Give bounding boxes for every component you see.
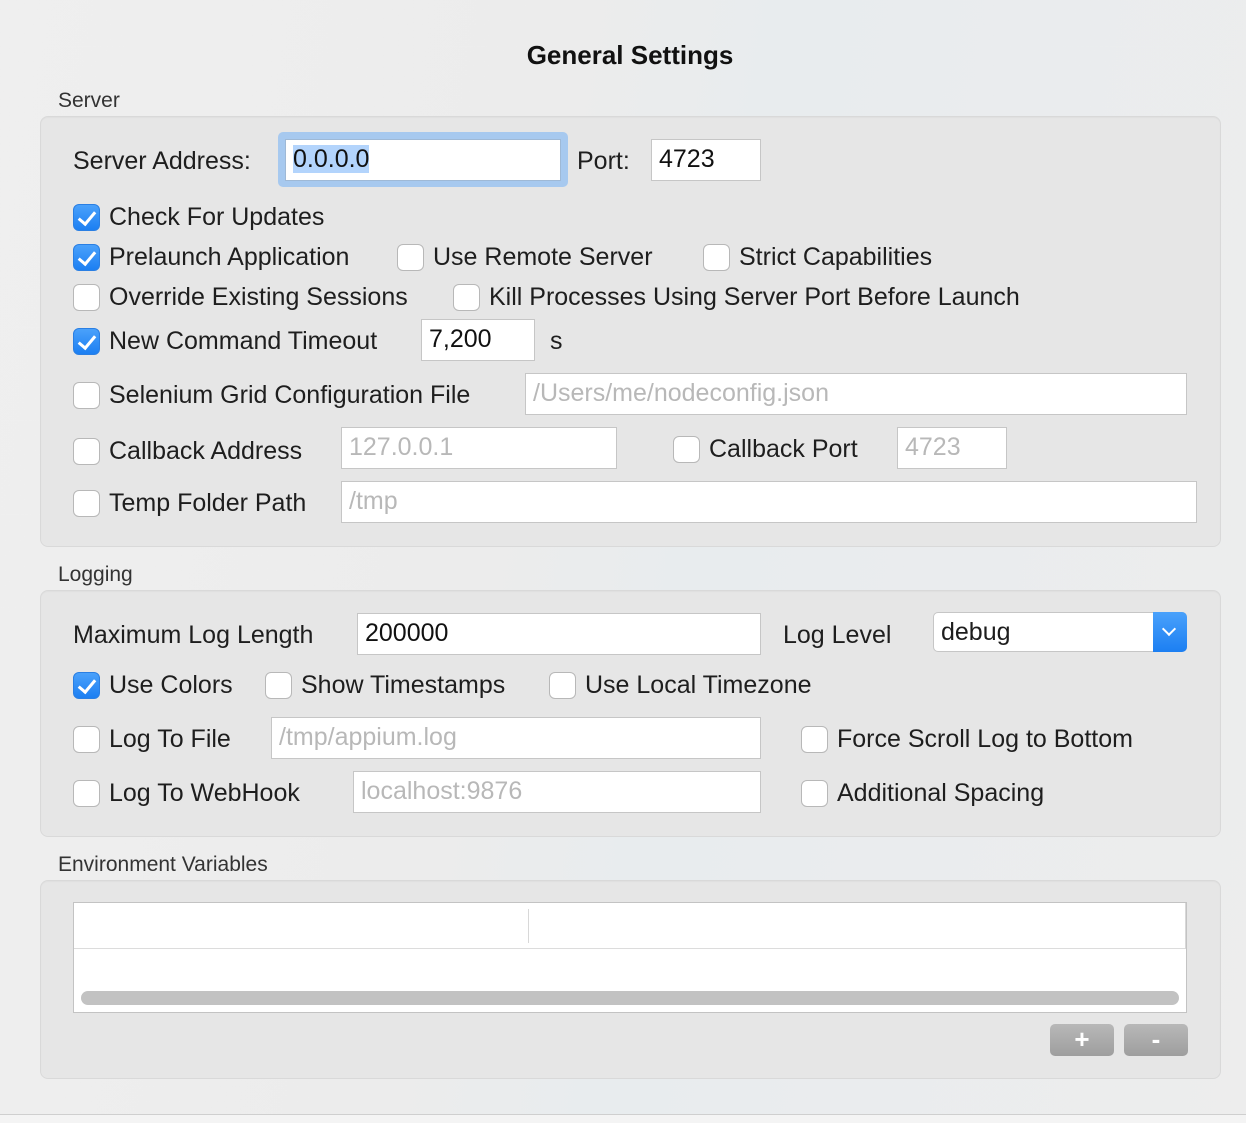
window-title: General Settings bbox=[526, 40, 734, 70]
prelaunch-label: Prelaunch Application bbox=[109, 243, 350, 271]
check-updates-checkbox[interactable] bbox=[73, 204, 100, 231]
server-section-label: Server bbox=[58, 89, 120, 112]
port-label: Port: bbox=[577, 147, 630, 175]
log-level-select[interactable]: debug bbox=[933, 612, 1187, 652]
server-address-input[interactable]: 0.0.0.0 bbox=[285, 139, 561, 181]
log-to-webhook-label: Log To WebHook bbox=[109, 779, 300, 807]
kill-processes-checkbox[interactable] bbox=[453, 284, 480, 311]
logging-section-label: Logging bbox=[58, 563, 133, 586]
temp-folder-input[interactable]: /tmp bbox=[341, 481, 1197, 523]
callback-port-label: Callback Port bbox=[709, 435, 858, 463]
env-variables-table[interactable] bbox=[73, 902, 1187, 1013]
new-cmd-timeout-label: New Command Timeout bbox=[109, 327, 378, 355]
callback-address-checkbox[interactable] bbox=[73, 438, 100, 465]
callback-address-input[interactable]: 127.0.0.1 bbox=[341, 427, 617, 469]
new-cmd-timeout-checkbox[interactable] bbox=[73, 328, 100, 355]
server-address-value: 0.0.0.0 bbox=[293, 145, 370, 173]
check-updates-label: Check For Updates bbox=[109, 203, 325, 231]
temp-folder-label: Temp Folder Path bbox=[109, 489, 307, 517]
log-to-file-input[interactable]: /tmp/appium.log bbox=[271, 717, 761, 759]
max-log-label: Maximum Log Length bbox=[73, 621, 314, 649]
additional-spacing-checkbox[interactable] bbox=[801, 780, 828, 807]
port-input[interactable]: 4723 bbox=[651, 139, 761, 181]
temp-folder-checkbox[interactable] bbox=[73, 490, 100, 517]
selenium-grid-checkbox[interactable] bbox=[73, 382, 100, 409]
max-log-input[interactable]: 200000 bbox=[357, 613, 761, 655]
selenium-grid-label: Selenium Grid Configuration File bbox=[109, 381, 471, 409]
override-sessions-label: Override Existing Sessions bbox=[109, 283, 408, 311]
chevron-down-icon[interactable] bbox=[1153, 612, 1187, 652]
strict-caps-label: Strict Capabilities bbox=[739, 243, 933, 271]
additional-spacing-label: Additional Spacing bbox=[837, 779, 1045, 807]
add-env-button[interactable]: + bbox=[1050, 1024, 1114, 1056]
log-to-webhook-input[interactable]: localhost:9876 bbox=[353, 771, 761, 813]
remote-server-label: Use Remote Server bbox=[433, 243, 653, 271]
column-divider bbox=[528, 909, 529, 943]
log-to-file-label: Log To File bbox=[109, 725, 231, 753]
table-header bbox=[74, 903, 1186, 949]
remote-server-checkbox[interactable] bbox=[397, 244, 424, 271]
force-scroll-checkbox[interactable] bbox=[801, 726, 828, 753]
column-divider-right bbox=[1185, 903, 1186, 949]
callback-port-checkbox[interactable] bbox=[673, 436, 700, 463]
callback-port-input[interactable]: 4723 bbox=[897, 427, 1007, 469]
env-section-label: Environment Variables bbox=[58, 853, 268, 876]
local-timezone-label: Use Local Timezone bbox=[585, 671, 812, 699]
server-address-label: Server Address: bbox=[73, 147, 251, 175]
log-level-label: Log Level bbox=[783, 621, 892, 649]
remove-env-button[interactable]: - bbox=[1124, 1024, 1188, 1056]
new-cmd-timeout-input[interactable]: 7,200 bbox=[421, 319, 535, 361]
prelaunch-checkbox[interactable] bbox=[73, 244, 100, 271]
local-timezone-checkbox[interactable] bbox=[549, 672, 576, 699]
log-to-webhook-checkbox[interactable] bbox=[73, 780, 100, 807]
selenium-grid-input[interactable]: /Users/me/nodeconfig.json bbox=[525, 373, 1187, 415]
use-colors-label: Use Colors bbox=[109, 671, 233, 699]
timeout-unit: s bbox=[550, 327, 563, 355]
kill-processes-label: Kill Processes Using Server Port Before … bbox=[489, 283, 1020, 311]
strict-caps-checkbox[interactable] bbox=[703, 244, 730, 271]
force-scroll-label: Force Scroll Log to Bottom bbox=[837, 725, 1133, 753]
callback-address-label: Callback Address bbox=[109, 437, 303, 465]
log-to-file-checkbox[interactable] bbox=[73, 726, 100, 753]
show-timestamps-checkbox[interactable] bbox=[265, 672, 292, 699]
use-colors-checkbox[interactable] bbox=[73, 672, 100, 699]
show-timestamps-label: Show Timestamps bbox=[301, 671, 506, 699]
horizontal-scrollbar[interactable] bbox=[81, 991, 1179, 1005]
override-sessions-checkbox[interactable] bbox=[73, 284, 100, 311]
log-level-value: debug bbox=[941, 618, 1011, 646]
